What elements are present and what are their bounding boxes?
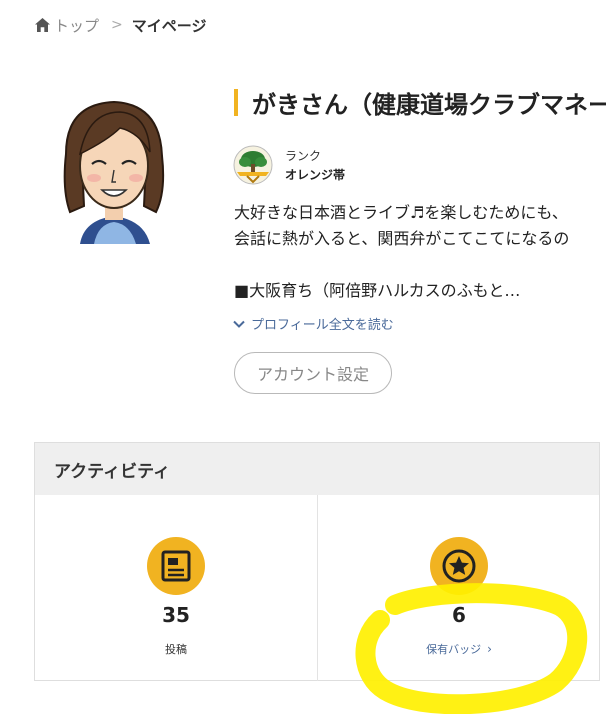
- avatar: [63, 100, 165, 244]
- posts-label: 投稿: [165, 643, 187, 656]
- posts-count: 35: [162, 603, 190, 627]
- activity-body: 35 投稿 6 保有バッジ ›: [35, 495, 599, 681]
- breadcrumb-separator: >: [111, 17, 123, 33]
- read-full-profile-link[interactable]: プロフィール全文を読む: [233, 314, 394, 333]
- home-icon[interactable]: [34, 17, 51, 33]
- badges-count: 6: [452, 603, 466, 627]
- bonsai-tree-badge-icon: [233, 145, 273, 185]
- bio-line: 大好きな日本酒とライブ♬を楽しむためにも、: [234, 203, 568, 222]
- rank-value: オレンジ帯: [285, 168, 346, 182]
- rank-label: ランク: [285, 149, 322, 163]
- chevron-right-icon: ›: [487, 642, 492, 656]
- activity-header: アクティビティ: [35, 443, 599, 495]
- profile-name: がきさん（健康道場クラブマネー: [252, 90, 606, 119]
- badges-label: 保有バッジ: [426, 643, 482, 656]
- breadcrumb-current: マイページ: [131, 16, 207, 35]
- badges-stat: 6 保有バッジ ›: [318, 495, 600, 681]
- posts-stat: 35 投稿: [35, 495, 317, 681]
- owned-badges-link[interactable]: 保有バッジ ›: [318, 641, 600, 657]
- chevron-down-icon: [233, 320, 245, 328]
- title-accent-bar: [234, 88, 238, 116]
- profile-title-row: がきさん（健康道場クラブマネー: [234, 87, 606, 119]
- breadcrumb: トップ > マイページ: [34, 15, 206, 35]
- bio-line: 会話に熱が入ると、関西弁がこてこてになるの: [234, 229, 570, 248]
- article-icon: [147, 537, 205, 595]
- account-settings-button[interactable]: アカウント設定: [234, 352, 392, 394]
- bio-line: ■大阪育ち（阿倍野ハルカスのふもと…: [234, 281, 521, 300]
- activity-card: アクティビティ 35 投稿 6 保有バッジ ›: [34, 442, 600, 681]
- breadcrumb-home-link[interactable]: トップ: [54, 15, 99, 36]
- read-more-label: プロフィール全文を読む: [251, 318, 394, 333]
- star-badge-icon: [430, 537, 488, 595]
